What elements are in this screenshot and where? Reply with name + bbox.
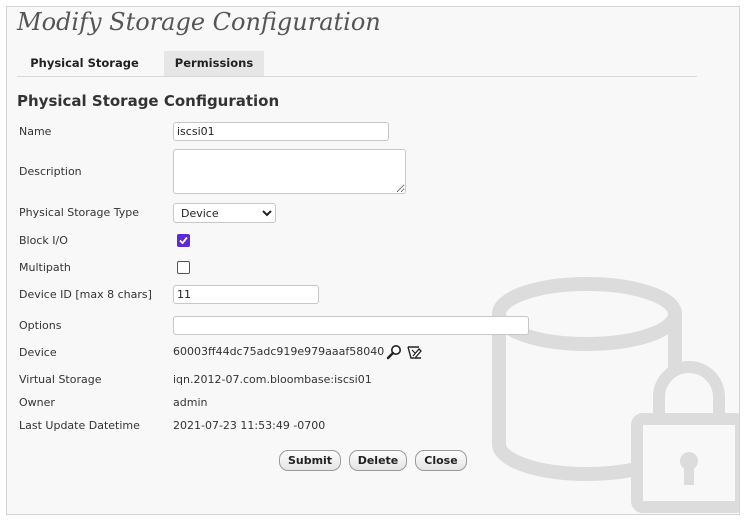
multipath-label: Multipath [19,261,71,274]
magnifier-icon[interactable] [386,344,402,360]
multipath-checkbox[interactable] [177,261,190,274]
options-input[interactable] [173,316,529,335]
options-label: Options [19,319,62,332]
owner-value: admin [173,396,208,409]
device-id-input[interactable] [173,285,319,304]
tab-bar: Physical Storage Permissions [17,51,697,77]
storage-type-label: Physical Storage Type [19,206,140,219]
eraser-icon[interactable] [406,344,422,360]
storage-config-panel: Modify Storage Configuration Physical St… [6,6,740,515]
locked-storage-icon [492,277,739,513]
virtual-storage-value: iqn.2012-07.com.bloombase:iscsi01 [173,373,372,386]
name-label: Name [19,125,52,138]
device-value: 60003ff44dc75adc919e979aaaf58040 [173,345,385,358]
checkmark-icon [179,236,188,245]
device-id-label: Device ID [max 8 chars] [19,288,152,301]
storage-type-select[interactable]: Device [173,203,276,223]
page-title: Modify Storage Configuration [17,8,381,36]
description-input[interactable] [173,149,406,194]
block-io-checkbox[interactable] [177,234,190,247]
block-io-label: Block I/O [19,234,68,247]
section-title: Physical Storage Configuration [17,92,280,110]
device-label: Device [19,346,57,359]
owner-label: Owner [19,396,55,409]
last-update-value: 2021-07-23 11:53:49 -0700 [173,419,326,432]
description-label: Description [19,165,82,178]
tab-physical-storage[interactable]: Physical Storage [17,51,152,76]
virtual-storage-label: Virtual Storage [19,373,102,386]
name-input[interactable] [173,122,389,141]
submit-button[interactable]: Submit [279,450,341,471]
tab-permissions[interactable]: Permissions [164,51,264,76]
close-button[interactable]: Close [415,450,467,471]
last-update-label: Last Update Datetime [19,419,140,432]
delete-button[interactable]: Delete [349,450,407,471]
